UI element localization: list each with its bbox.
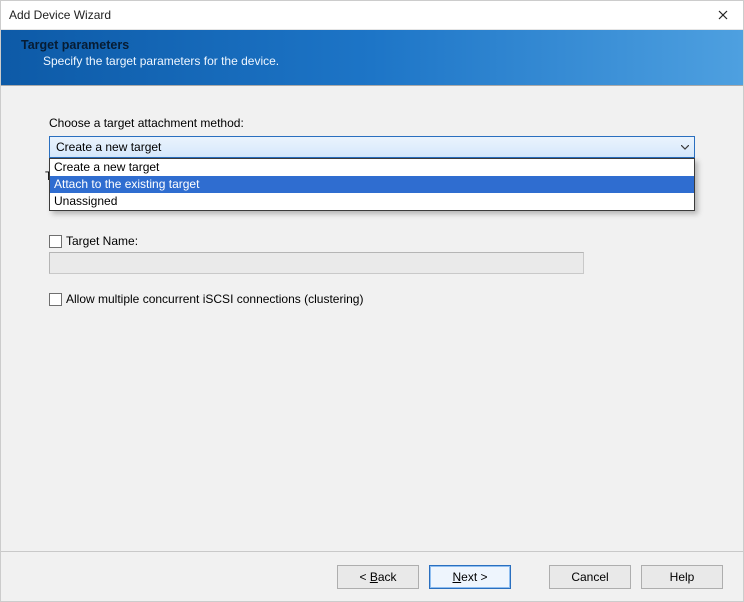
method-combobox[interactable]: Create a new target	[49, 136, 695, 158]
window-title: Add Device Wizard	[9, 8, 111, 22]
clustering-checkbox[interactable]	[49, 293, 62, 306]
target-name-input[interactable]	[49, 252, 584, 274]
method-dropdown[interactable]: Create a new targetAttach to the existin…	[49, 158, 695, 211]
method-option[interactable]: Create a new target	[50, 159, 694, 176]
next-button[interactable]: Next >	[429, 565, 511, 589]
banner-subtext: Specify the target parameters for the de…	[21, 54, 723, 68]
cancel-button-label: Cancel	[571, 570, 608, 584]
titlebar: Add Device Wizard	[1, 1, 743, 30]
wizard-banner: Target parameters Specify the target par…	[1, 30, 743, 86]
target-name-label: Target Name:	[66, 234, 138, 248]
back-button-label: < Back	[359, 570, 396, 584]
cancel-button[interactable]: Cancel	[549, 565, 631, 589]
wizard-content: Choose a target attachment method: Creat…	[1, 86, 743, 551]
help-button-label: Help	[670, 570, 695, 584]
close-icon	[718, 10, 728, 20]
clustering-label: Allow multiple concurrent iSCSI connecti…	[66, 292, 363, 306]
method-selected-text: Create a new target	[56, 140, 161, 154]
close-button[interactable]	[703, 1, 743, 29]
method-option[interactable]: Unassigned	[50, 193, 694, 210]
back-button[interactable]: < Back	[337, 565, 419, 589]
target-name-row: Target Name:	[49, 234, 695, 248]
method-label: Choose a target attachment method:	[49, 116, 695, 130]
clustering-row: Allow multiple concurrent iSCSI connecti…	[49, 292, 695, 306]
target-name-checkbox[interactable]	[49, 235, 62, 248]
wizard-footer: < Back Next > Cancel Help	[1, 551, 743, 601]
banner-heading: Target parameters	[21, 38, 723, 52]
next-button-label: Next >	[452, 570, 487, 584]
wizard-window: Add Device Wizard Target parameters Spec…	[0, 0, 744, 602]
chevron-down-icon	[680, 142, 690, 152]
method-option[interactable]: Attach to the existing target	[50, 176, 694, 193]
help-button[interactable]: Help	[641, 565, 723, 589]
